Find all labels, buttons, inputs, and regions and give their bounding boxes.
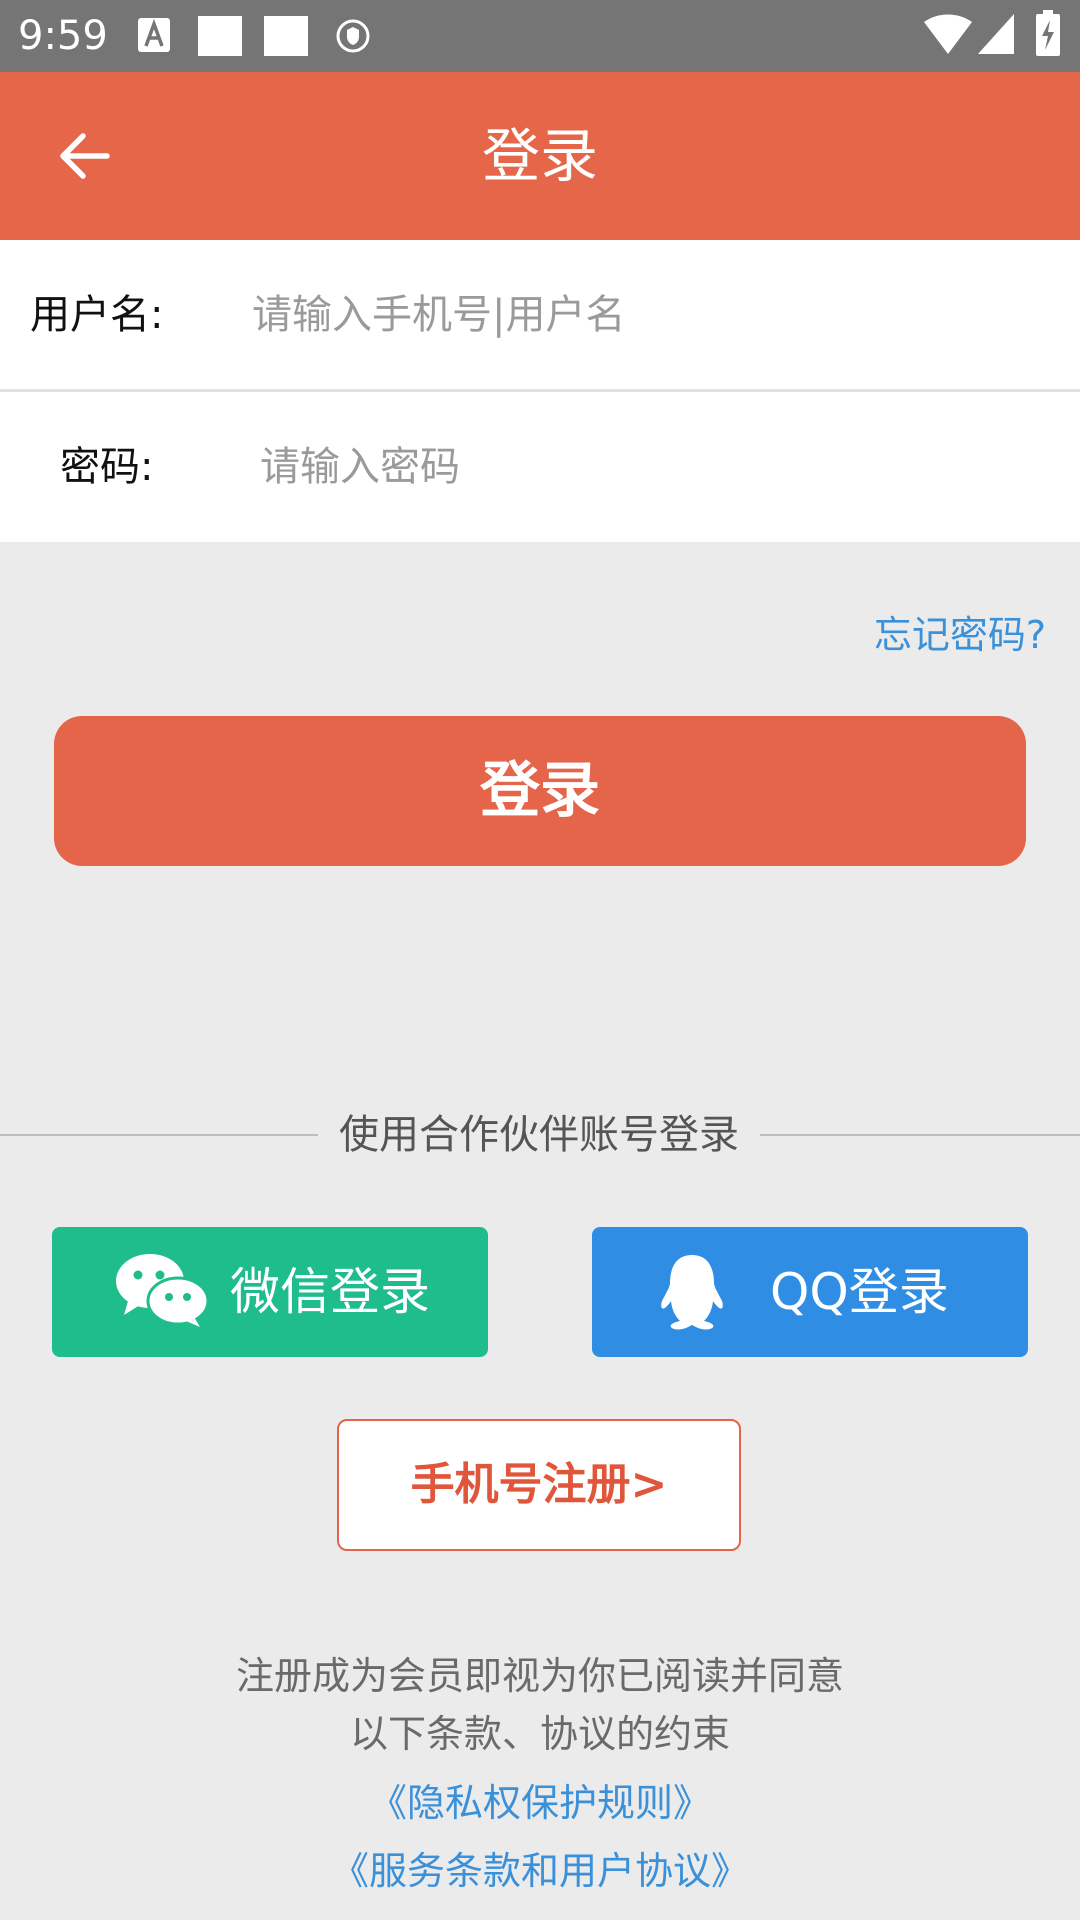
notification-square-icon [198, 16, 242, 56]
font-a-icon [138, 18, 170, 52]
qq-login-label: QQ登录 [770, 1263, 949, 1321]
forgot-password-link[interactable]: 忘记密码? [874, 604, 1046, 659]
username-label: 用户名: [30, 292, 164, 338]
wechat-login-label: 微信登录 [230, 1263, 430, 1321]
status-bar: 9:59 [0, 0, 1080, 72]
password-input[interactable] [260, 432, 1050, 502]
divider [0, 1134, 318, 1136]
qq-login-button[interactable]: QQ登录 [592, 1227, 1028, 1357]
terms-notice-line1: 注册成为会员即视为你已阅读并同意 [235, 1654, 844, 1698]
notification-square-icon [264, 16, 308, 56]
username-input[interactable] [252, 280, 1052, 350]
status-time: 9:59 [18, 13, 108, 59]
terms-notice-line2: 以下条款、协议的约束 [349, 1712, 730, 1756]
signal-icon [978, 14, 1014, 54]
wechat-login-button[interactable]: 微信登录 [52, 1227, 488, 1357]
qq-penguin-icon [661, 1255, 723, 1330]
wechat-icon [116, 1254, 210, 1327]
wifi-icon [924, 14, 972, 54]
privacy-policy-link[interactable]: 《隐私权保护规则》 [0, 1772, 1080, 1827]
partner-login-heading: 使用合作伙伴账号登录 [339, 1112, 739, 1158]
battery-charging-icon [1036, 10, 1060, 56]
password-row: 密码: [0, 392, 1080, 542]
login-button[interactable]: 登录 [54, 716, 1026, 866]
app-bar: 登录 [0, 72, 1080, 240]
shield-icon [336, 19, 370, 53]
password-label: 密码: [60, 444, 154, 490]
page-title: 登录 [481, 122, 598, 190]
divider [760, 1134, 1080, 1136]
service-terms-link[interactable]: 《服务条款和用户协议》 [0, 1840, 1080, 1895]
username-row: 用户名: [0, 240, 1080, 390]
phone-register-button[interactable]: 手机号注册> [337, 1419, 741, 1551]
